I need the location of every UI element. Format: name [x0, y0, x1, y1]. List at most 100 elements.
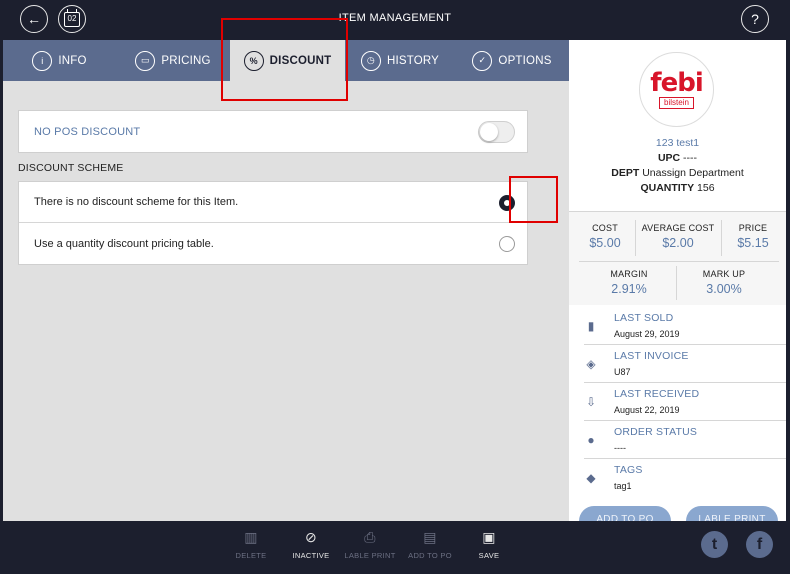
info-icon: i	[32, 50, 53, 71]
divider	[635, 220, 636, 256]
upc-value: ----	[683, 152, 698, 164]
shopping-bag-icon: ▮	[587, 319, 595, 333]
toggle-knob	[480, 123, 498, 141]
discount-scheme-card: There is no discount scheme for this Ite…	[18, 181, 528, 265]
price-stat: PRICE $5.15	[725, 223, 781, 250]
item-summary-panel: febi bilstein 123 test1 UPC ---- DEPT Un…	[569, 40, 786, 521]
quantity-value: 156	[697, 182, 715, 194]
order-status-title: ORDER STATUS	[614, 426, 698, 438]
tab-history[interactable]: ◷ HISTORY	[345, 40, 455, 81]
last-received-value: August 22, 2019	[614, 405, 680, 415]
discount-panel: NO POS DISCOUNT DISCOUNT SCHEME There is…	[3, 81, 569, 521]
item-name: 123 test1	[655, 137, 700, 149]
label-print-toolbar-button[interactable]: ⎙ LABLE PRINT	[340, 527, 400, 560]
divider	[584, 382, 786, 383]
discount-scheme-title: DISCOUNT SCHEME	[18, 162, 124, 174]
price-value: $5.15	[737, 236, 769, 250]
markup-label: MARK UP	[702, 269, 746, 279]
upc-label: UPC	[657, 152, 681, 164]
highlight-selected-radio	[509, 176, 558, 223]
scheme-option-none[interactable]: There is no discount scheme for this Ite…	[19, 182, 527, 223]
toolbar-label: INACTIVE	[292, 551, 330, 560]
check-icon: ✓	[472, 50, 493, 71]
facebook-icon: f	[756, 535, 763, 553]
inbox-icon: ⇩	[585, 395, 597, 409]
cost-stat: COST $5.00	[579, 223, 631, 250]
scheme-option-label: There is no discount scheme for this Ite…	[34, 196, 239, 208]
label-print-button[interactable]: LABLE PRINT	[686, 506, 778, 521]
average-cost-label: AVERAGE COST	[641, 223, 715, 233]
twitter-icon: t	[711, 535, 718, 553]
stopwatch-icon: ●	[587, 433, 595, 447]
inactive-icon: ⊘	[304, 529, 318, 545]
scheme-option-quantity-table[interactable]: Use a quantity discount pricing table.	[19, 223, 527, 264]
tab-label: INFO	[58, 54, 87, 67]
divider	[584, 344, 786, 345]
facebook-button[interactable]: f	[746, 531, 773, 558]
price-stats: COST $5.00 AVERAGE COST $2.00 PRICE $5.1…	[569, 211, 786, 305]
last-invoice-value: U87	[614, 367, 631, 377]
scheme-radio-quantity-table[interactable]	[499, 236, 515, 252]
dept-line: DEPT Unassign Department	[569, 167, 786, 179]
delete-button[interactable]: ▥ DELETE	[221, 527, 281, 560]
order-status-value: ----	[614, 443, 626, 453]
toolbar-label: SAVE	[478, 551, 500, 560]
add-to-po-button[interactable]: ADD TO PO	[579, 506, 671, 521]
upc-line: UPC ----	[569, 152, 786, 164]
margin-label: MARGIN	[610, 269, 648, 279]
price-label: PRICE	[738, 223, 768, 233]
last-sold-value: August 29, 2019	[614, 329, 680, 339]
tag-icon: ◆	[586, 471, 596, 485]
no-pos-discount-label: NO POS DISCOUNT	[34, 125, 141, 138]
last-invoice-title: LAST INVOICE	[614, 350, 689, 362]
label-printer-icon: ⎙	[364, 529, 376, 545]
markup-value: 3.00%	[706, 282, 742, 296]
toolbar-label: LABLE PRINT	[344, 551, 396, 560]
quantity-label: QUANTITY	[640, 182, 695, 194]
tab-label: PRICING	[161, 54, 211, 67]
last-sold-title: LAST SOLD	[614, 312, 674, 324]
clock-icon: ◷	[360, 50, 381, 71]
margin-stat: MARGIN 2.91%	[589, 269, 669, 296]
last-received-title: LAST RECEIVED	[614, 388, 700, 400]
inactive-button[interactable]: ⊘ INACTIVE	[281, 527, 341, 560]
tags-row: ◆ TAGS tag1	[584, 463, 784, 501]
divider	[721, 220, 722, 256]
no-pos-discount-toggle[interactable]	[478, 121, 515, 143]
purchase-order-icon: ▤	[423, 529, 437, 545]
tab-options[interactable]: ✓ OPTIONS	[455, 40, 569, 81]
trash-icon: ▥	[244, 529, 258, 545]
tab-label: HISTORY	[386, 54, 440, 67]
cost-value: $5.00	[589, 236, 621, 250]
tab-pricing[interactable]: ▭ PRICING	[116, 40, 230, 81]
money-icon: ▭	[135, 50, 156, 71]
bottom-toolbar: ▥ DELETE ⊘ INACTIVE ⎙ LABLE PRINT ▤ ADD …	[0, 521, 790, 574]
toolbar-label: DELETE	[235, 551, 267, 560]
brand-logo: febi bilstein	[639, 52, 714, 127]
dept-value: Unassign Department	[642, 167, 744, 179]
brand-logo-sub: bilstein	[659, 97, 694, 109]
divider	[676, 266, 677, 300]
tags-title: TAGS	[614, 464, 643, 476]
layers-icon: ◈	[586, 357, 596, 371]
top-bar: ← 02 ITEM MANAGEMENT ?	[0, 0, 790, 40]
help-button[interactable]: ?	[741, 5, 769, 33]
divider	[584, 420, 786, 421]
no-pos-discount-row: NO POS DISCOUNT	[19, 111, 527, 152]
no-pos-discount-card: NO POS DISCOUNT	[18, 110, 528, 153]
divider	[584, 458, 786, 459]
tags-value: tag1	[614, 481, 632, 491]
save-button[interactable]: ▣ SAVE	[459, 527, 519, 560]
dept-label: DEPT	[611, 167, 640, 179]
twitter-button[interactable]: t	[701, 531, 728, 558]
scheme-option-label: Use a quantity discount pricing table.	[34, 237, 214, 250]
add-to-po-toolbar-button[interactable]: ▤ ADD TO PO	[400, 527, 460, 560]
highlight-discount-tab	[221, 18, 348, 101]
tab-label: OPTIONS	[498, 54, 552, 67]
average-cost-value: $2.00	[662, 236, 694, 250]
tab-info[interactable]: i INFO	[3, 40, 116, 81]
brand-logo-mark: febi	[650, 68, 703, 98]
save-icon: ▣	[482, 529, 496, 545]
cost-label: COST	[592, 223, 618, 233]
toolbar-label: ADD TO PO	[408, 551, 452, 560]
